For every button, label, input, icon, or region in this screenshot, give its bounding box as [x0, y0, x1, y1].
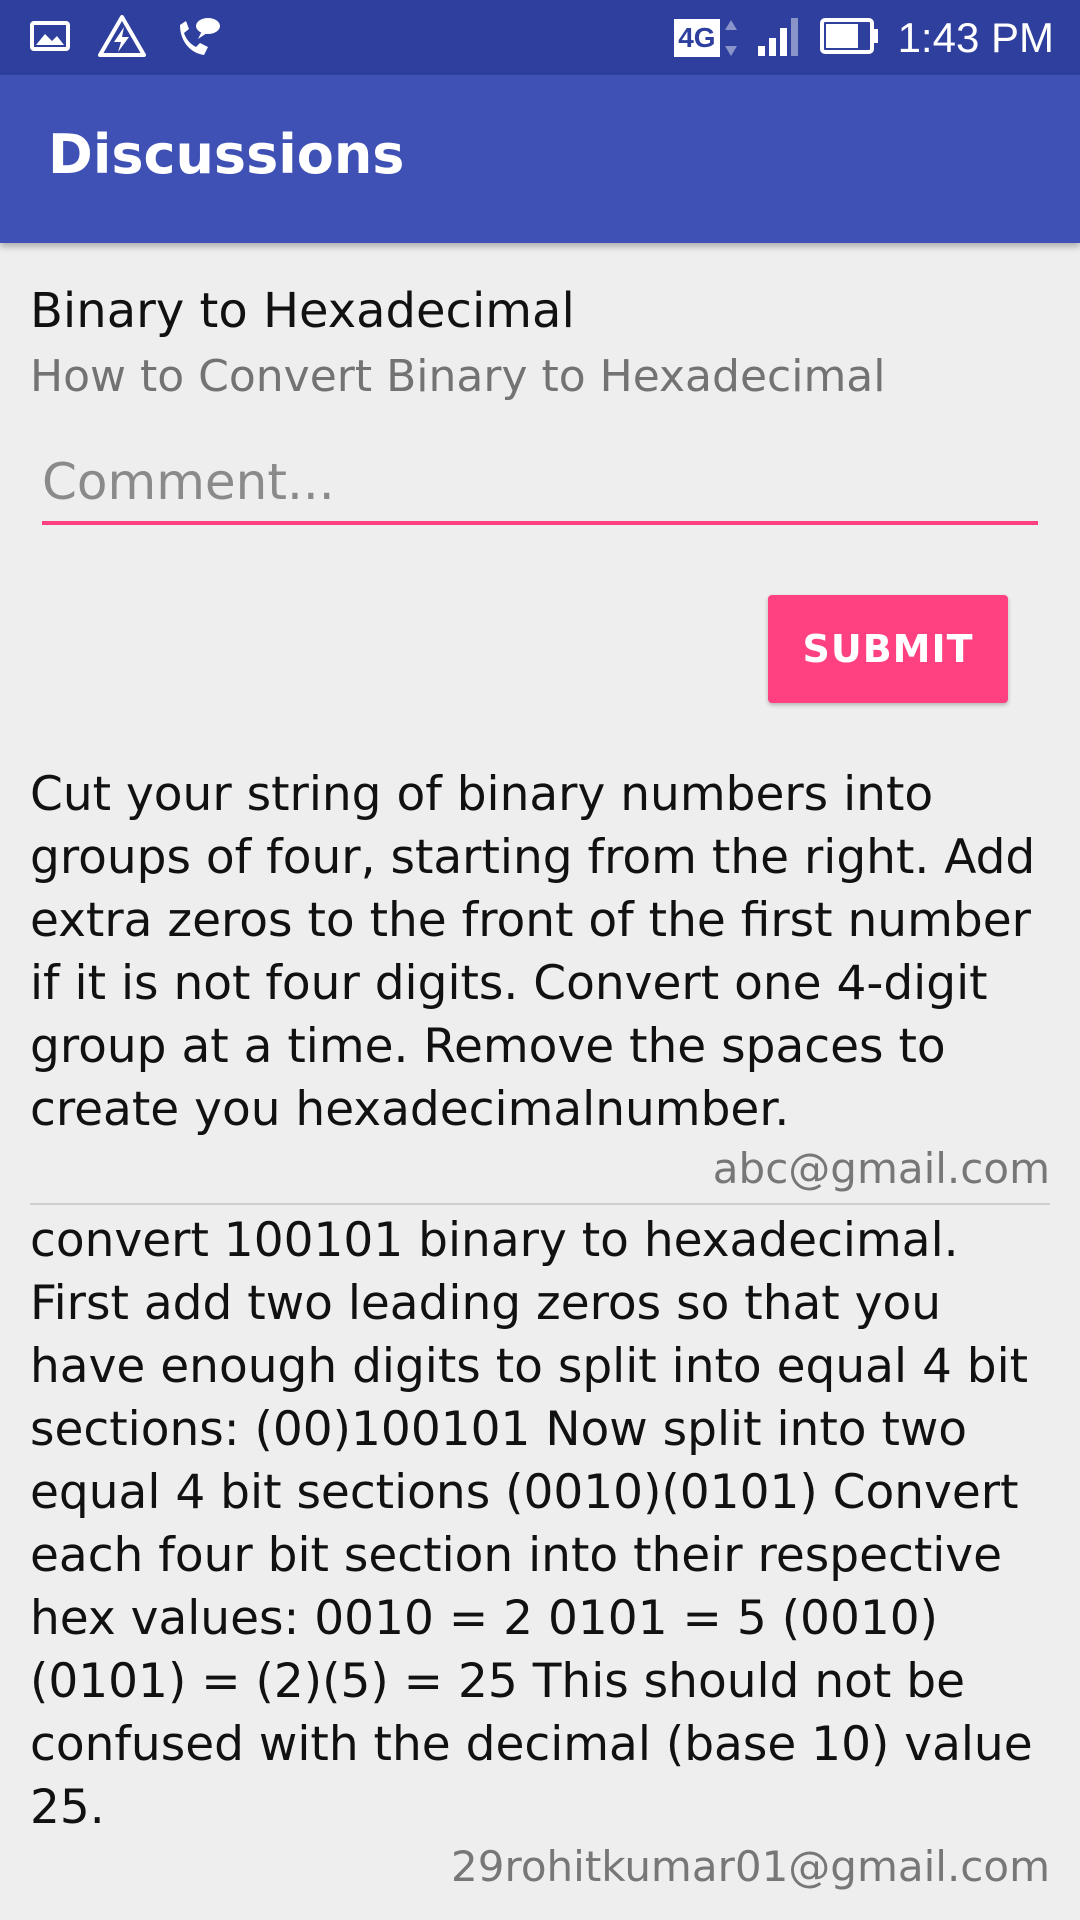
comment-input[interactable]	[42, 443, 1038, 525]
page-title: Discussions	[48, 123, 405, 186]
discussion-content[interactable]: Binary to Hexadecimal How to Convert Bin…	[0, 243, 1080, 1920]
divider	[30, 1203, 1050, 1205]
status-right-icons: 4G 1:43 PM	[674, 10, 1054, 66]
battery-icon	[819, 16, 880, 60]
network-type-label: 4G	[674, 19, 720, 57]
status-left-icons	[30, 14, 222, 62]
status-time: 1:43 PM	[897, 14, 1054, 61]
app-bar: Discussions	[0, 75, 1080, 243]
submit-button[interactable]: SUBMIT	[768, 595, 1008, 703]
topic-title: Binary to Hexadecimal	[30, 283, 575, 339]
list-item: Cut your string of binary numbers into g…	[30, 763, 1050, 1197]
4g-icon: 4G	[674, 18, 737, 58]
wifi-call-icon	[174, 15, 222, 61]
list-item: convert 100101 binary to hexadecimal. Fi…	[30, 1209, 1050, 1895]
warning-flash-icon	[98, 15, 146, 61]
status-bar: 4G 1:43 PM	[0, 0, 1080, 75]
answer-author: abc@gmail.com	[712, 1144, 1050, 1193]
signal-icon	[756, 14, 802, 62]
topic-subtitle: How to Convert Binary to Hexadecimal	[30, 351, 886, 402]
answer-text: convert 100101 binary to hexadecimal. Fi…	[30, 1213, 1033, 1835]
gallery-icon	[30, 20, 70, 56]
answer-author: 29rohitkumar01@gmail.com	[451, 1842, 1050, 1891]
answer-text: Cut your string of binary numbers into g…	[30, 767, 1036, 1137]
